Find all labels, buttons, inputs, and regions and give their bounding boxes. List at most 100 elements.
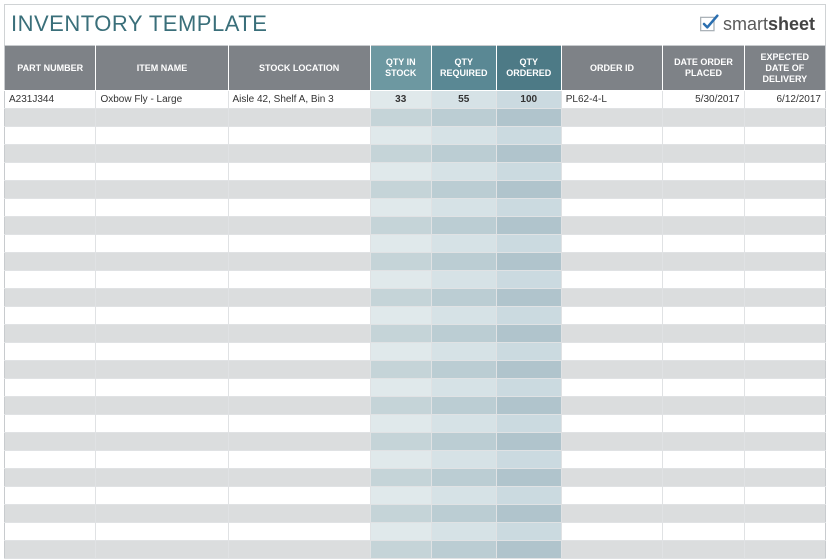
col-part-number[interactable]: PART NUMBER [5,46,96,91]
cell-qty-ordered[interactable] [496,235,561,253]
cell-part-number[interactable] [5,343,96,361]
cell-date-order-placed[interactable] [663,523,744,541]
cell-stock-location[interactable] [228,307,370,325]
cell-expected-delivery[interactable] [744,469,825,487]
cell-qty-required[interactable] [431,127,496,145]
cell-qty-ordered[interactable] [496,487,561,505]
cell-date-order-placed[interactable] [663,199,744,217]
cell-qty-ordered[interactable] [496,343,561,361]
table-row[interactable] [5,325,826,343]
cell-item-name[interactable] [96,163,228,181]
cell-part-number[interactable] [5,145,96,163]
table-row[interactable] [5,343,826,361]
cell-expected-delivery[interactable] [744,289,825,307]
cell-expected-delivery[interactable] [744,379,825,397]
table-row[interactable] [5,541,826,559]
cell-qty-in-stock[interactable] [370,217,431,235]
cell-qty-in-stock[interactable] [370,181,431,199]
cell-item-name[interactable] [96,199,228,217]
table-row[interactable] [5,109,826,127]
table-row[interactable] [5,271,826,289]
cell-expected-delivery[interactable] [744,343,825,361]
cell-part-number[interactable] [5,127,96,145]
cell-item-name[interactable] [96,541,228,559]
table-row[interactable] [5,523,826,541]
cell-date-order-placed[interactable]: 5/30/2017 [663,91,744,109]
cell-qty-required[interactable] [431,469,496,487]
cell-stock-location[interactable] [228,343,370,361]
cell-date-order-placed[interactable] [663,433,744,451]
cell-item-name[interactable] [96,433,228,451]
cell-qty-ordered[interactable] [496,451,561,469]
cell-qty-in-stock[interactable] [370,199,431,217]
cell-qty-required[interactable] [431,397,496,415]
cell-qty-ordered[interactable] [496,379,561,397]
cell-qty-in-stock[interactable] [370,541,431,559]
table-row[interactable] [5,397,826,415]
cell-order-id[interactable] [561,451,663,469]
col-qty-in-stock[interactable]: QTY IN STOCK [370,46,431,91]
cell-expected-delivery[interactable] [744,163,825,181]
table-row[interactable] [5,307,826,325]
cell-qty-required[interactable] [431,415,496,433]
cell-item-name[interactable] [96,307,228,325]
cell-item-name[interactable] [96,127,228,145]
cell-item-name[interactable] [96,379,228,397]
cell-date-order-placed[interactable] [663,109,744,127]
cell-item-name[interactable] [96,235,228,253]
cell-qty-in-stock[interactable] [370,505,431,523]
cell-date-order-placed[interactable] [663,307,744,325]
cell-expected-delivery[interactable] [744,109,825,127]
cell-qty-required[interactable] [431,541,496,559]
cell-stock-location[interactable] [228,163,370,181]
cell-expected-delivery[interactable]: 6/12/2017 [744,91,825,109]
cell-expected-delivery[interactable] [744,523,825,541]
cell-date-order-placed[interactable] [663,343,744,361]
cell-expected-delivery[interactable] [744,487,825,505]
cell-date-order-placed[interactable] [663,397,744,415]
cell-order-id[interactable] [561,505,663,523]
cell-qty-in-stock[interactable] [370,451,431,469]
cell-date-order-placed[interactable] [663,451,744,469]
cell-stock-location[interactable] [228,325,370,343]
cell-date-order-placed[interactable] [663,415,744,433]
cell-qty-ordered[interactable] [496,217,561,235]
cell-stock-location[interactable] [228,505,370,523]
cell-stock-location[interactable]: Aisle 42, Shelf A, Bin 3 [228,91,370,109]
cell-item-name[interactable] [96,325,228,343]
cell-part-number[interactable] [5,325,96,343]
cell-qty-in-stock[interactable] [370,361,431,379]
cell-item-name[interactable] [96,469,228,487]
cell-order-id[interactable] [561,163,663,181]
cell-qty-required[interactable] [431,199,496,217]
cell-order-id[interactable] [561,181,663,199]
cell-qty-ordered[interactable] [496,523,561,541]
cell-qty-in-stock[interactable] [370,379,431,397]
cell-item-name[interactable] [96,487,228,505]
cell-qty-ordered[interactable] [496,253,561,271]
cell-order-id[interactable] [561,415,663,433]
table-row[interactable]: A231J344Oxbow Fly - LargeAisle 42, Shelf… [5,91,826,109]
table-row[interactable] [5,163,826,181]
cell-qty-required[interactable] [431,109,496,127]
cell-qty-required[interactable] [431,145,496,163]
cell-qty-ordered[interactable] [496,415,561,433]
cell-part-number[interactable] [5,397,96,415]
table-row[interactable] [5,199,826,217]
cell-part-number[interactable] [5,379,96,397]
table-row[interactable] [5,469,826,487]
cell-qty-ordered[interactable] [496,541,561,559]
cell-order-id[interactable] [561,361,663,379]
cell-stock-location[interactable] [228,469,370,487]
cell-order-id[interactable] [561,199,663,217]
cell-order-id[interactable] [561,379,663,397]
cell-stock-location[interactable] [228,253,370,271]
cell-part-number[interactable] [5,181,96,199]
cell-order-id[interactable] [561,487,663,505]
cell-date-order-placed[interactable] [663,271,744,289]
cell-qty-required[interactable] [431,271,496,289]
cell-date-order-placed[interactable] [663,505,744,523]
cell-qty-required[interactable] [431,487,496,505]
cell-part-number[interactable] [5,217,96,235]
cell-stock-location[interactable] [228,433,370,451]
